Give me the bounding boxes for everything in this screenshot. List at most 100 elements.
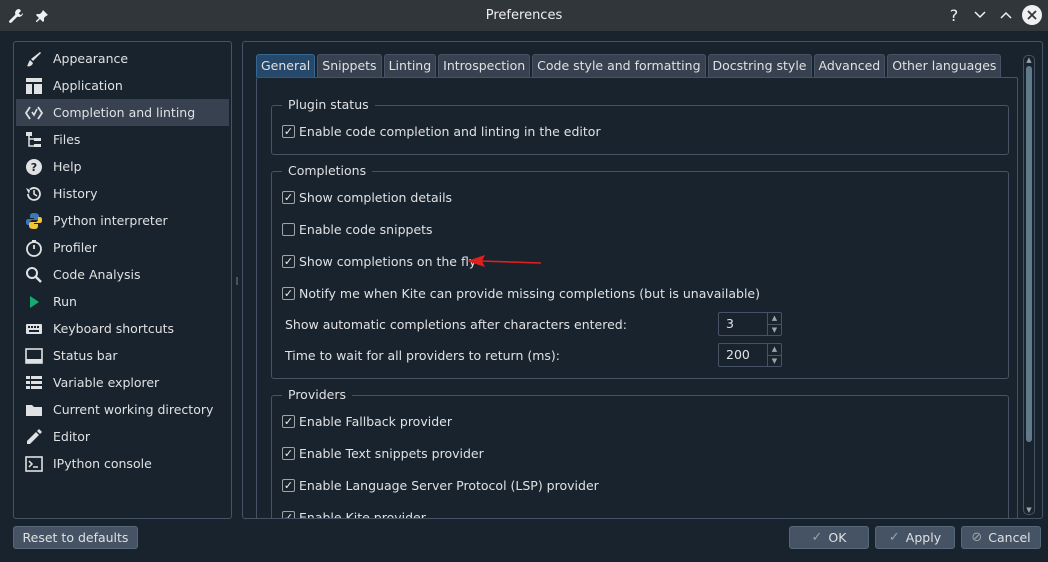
scroll-down-icon[interactable]: ▼ — [1024, 506, 1034, 514]
vertical-scrollbar[interactable]: ▲ ▼ — [1023, 55, 1035, 515]
sidebar-item-label: Current working directory — [53, 402, 214, 417]
tab-bar: General Snippets Linting Introspection C… — [256, 54, 1002, 77]
sidebar-item-label: Code Analysis — [53, 267, 141, 282]
spin-down-icon[interactable]: ▼ — [768, 355, 781, 366]
checkbox-label: Enable Kite provider — [299, 509, 426, 519]
chars-entered-spinbox[interactable]: 3 ▲ ▼ — [718, 312, 782, 336]
fallback-provider-checkbox[interactable]: Enable Fallback provider — [282, 411, 452, 431]
ok-button[interactable]: ✓ OK — [789, 526, 869, 549]
table-icon — [24, 373, 44, 393]
apply-button[interactable]: ✓ Apply — [875, 526, 955, 549]
checkbox[interactable] — [282, 254, 295, 268]
checkbox[interactable] — [282, 510, 295, 518]
sidebar-item-label: History — [53, 186, 98, 201]
cancel-icon: ⊘ — [971, 530, 983, 545]
sidebar-item-status-bar[interactable]: Status bar — [16, 342, 229, 369]
button-label: Cancel — [988, 530, 1031, 545]
edit-icon — [24, 427, 44, 447]
scroll-up-icon[interactable]: ▲ — [1024, 56, 1034, 64]
sidebar-item-python-interpreter[interactable]: Python interpreter — [16, 207, 229, 234]
sidebar-item-application[interactable]: Application — [16, 72, 229, 99]
tab-docstring-style[interactable]: Docstring style — [707, 54, 812, 77]
button-label: Reset to defaults — [22, 530, 129, 545]
wait-providers-spinbox[interactable]: 200 ▲ ▼ — [718, 343, 782, 367]
minimize-icon[interactable] — [970, 4, 990, 26]
sidebar-item-label: Python interpreter — [53, 213, 168, 228]
checkbox[interactable] — [282, 414, 295, 428]
tab-page-general: Plugin status Enable code completion and… — [256, 77, 1018, 519]
kite-provider-checkbox[interactable]: Enable Kite provider — [282, 507, 426, 519]
reset-defaults-button[interactable]: Reset to defaults — [13, 526, 138, 549]
sidebar-item-current-working-directory[interactable]: Current working directory — [16, 396, 229, 423]
show-completions-on-the-fly-checkbox[interactable]: Show completions on the fly — [282, 251, 476, 271]
folder-icon — [24, 400, 44, 420]
sidebar-item-history[interactable]: History — [16, 180, 229, 207]
sidebar-item-label: IPython console — [53, 456, 152, 471]
text-snippets-provider-checkbox[interactable]: Enable Text snippets provider — [282, 443, 484, 463]
sidebar-item-label: Status bar — [53, 348, 118, 363]
button-label: Apply — [905, 530, 942, 545]
sidebar-item-label: Variable explorer — [53, 375, 160, 390]
enable-code-snippets-checkbox[interactable]: Enable code snippets — [282, 219, 433, 239]
checkbox-label: Show completions on the fly — [299, 253, 477, 269]
sidebar-item-files[interactable]: Files — [16, 126, 229, 153]
splitter-handle[interactable] — [236, 277, 238, 285]
chars-entered-label: Show automatic completions after charact… — [285, 317, 627, 332]
tab-snippets[interactable]: Snippets — [317, 54, 382, 77]
notify-kite-checkbox[interactable]: Notify me when Kite can provide missing … — [282, 283, 760, 303]
sidebar-item-label: Appearance — [53, 51, 129, 66]
spinbox-arrows: ▲ ▼ — [767, 344, 781, 366]
spinbox-value[interactable]: 200 — [726, 347, 750, 362]
sidebar-item-label: Keyboard shortcuts — [53, 321, 175, 336]
tab-general[interactable]: General — [256, 54, 316, 77]
button-label: OK — [828, 530, 847, 545]
sidebar-item-run[interactable]: Run — [16, 288, 229, 315]
checkbox-label: Show completion details — [299, 189, 453, 205]
checkbox[interactable] — [282, 190, 295, 204]
tab-code-style[interactable]: Code style and formatting — [532, 54, 706, 77]
scrollbar-handle[interactable] — [1026, 66, 1032, 442]
help-button[interactable]: ? — [944, 4, 964, 26]
sidebar-item-keyboard-shortcuts[interactable]: Keyboard shortcuts — [16, 315, 229, 342]
sidebar-item-profiler[interactable]: Profiler — [16, 234, 229, 261]
tab-other-languages[interactable]: Other languages — [887, 54, 1002, 77]
sidebar-item-variable-explorer[interactable]: Variable explorer — [16, 369, 229, 396]
checkbox-label: Enable code completion and linting in th… — [299, 123, 601, 139]
cancel-button[interactable]: ⊘ Cancel — [961, 526, 1041, 549]
sidebar-item-completion-and-linting[interactable]: Completion and linting — [16, 99, 229, 126]
spin-up-icon[interactable]: ▲ — [768, 344, 781, 355]
enable-completion-checkbox[interactable]: Enable code completion and linting in th… — [282, 121, 601, 141]
spin-up-icon[interactable]: ▲ — [768, 313, 781, 324]
sidebar-item-label: Help — [53, 159, 82, 174]
panel-splitter[interactable] — [235, 41, 239, 519]
lsp-provider-checkbox[interactable]: Enable Language Server Protocol (LSP) pr… — [282, 475, 599, 495]
group-completions: Completions Show completion details Enab… — [271, 163, 1009, 379]
sidebar-item-ipython-console[interactable]: IPython console — [16, 450, 229, 477]
checkbox[interactable] — [282, 478, 295, 492]
sidebar-item-help[interactable]: ? Help — [16, 153, 229, 180]
profiler-icon — [24, 238, 44, 258]
spinbox-value[interactable]: 3 — [726, 316, 734, 331]
tab-introspection[interactable]: Introspection — [438, 54, 531, 77]
play-icon — [24, 292, 44, 312]
spin-down-icon[interactable]: ▼ — [768, 324, 781, 335]
show-completion-details-checkbox[interactable]: Show completion details — [282, 187, 452, 207]
sidebar-item-editor[interactable]: Editor — [16, 423, 229, 450]
checkbox[interactable] — [282, 124, 295, 138]
tab-advanced[interactable]: Advanced — [813, 54, 886, 77]
checkbox[interactable] — [282, 286, 295, 300]
sidebar-item-code-analysis[interactable]: Code Analysis — [16, 261, 229, 288]
sidebar-item-label: Profiler — [53, 240, 98, 255]
sidebar-item-appearance[interactable]: Appearance — [16, 45, 229, 72]
checkbox[interactable] — [282, 222, 295, 236]
spinbox-arrows: ▲ ▼ — [767, 313, 781, 335]
maximize-icon[interactable] — [996, 4, 1016, 26]
svg-text:?: ? — [31, 161, 37, 174]
check-icon: ✓ — [811, 530, 823, 545]
checkbox[interactable] — [282, 446, 295, 460]
preferences-content: General Snippets Linting Introspection C… — [242, 41, 1043, 519]
search-icon — [24, 265, 44, 285]
python-icon — [24, 211, 44, 231]
tab-linting[interactable]: Linting — [383, 54, 437, 77]
close-icon[interactable] — [1022, 5, 1042, 25]
